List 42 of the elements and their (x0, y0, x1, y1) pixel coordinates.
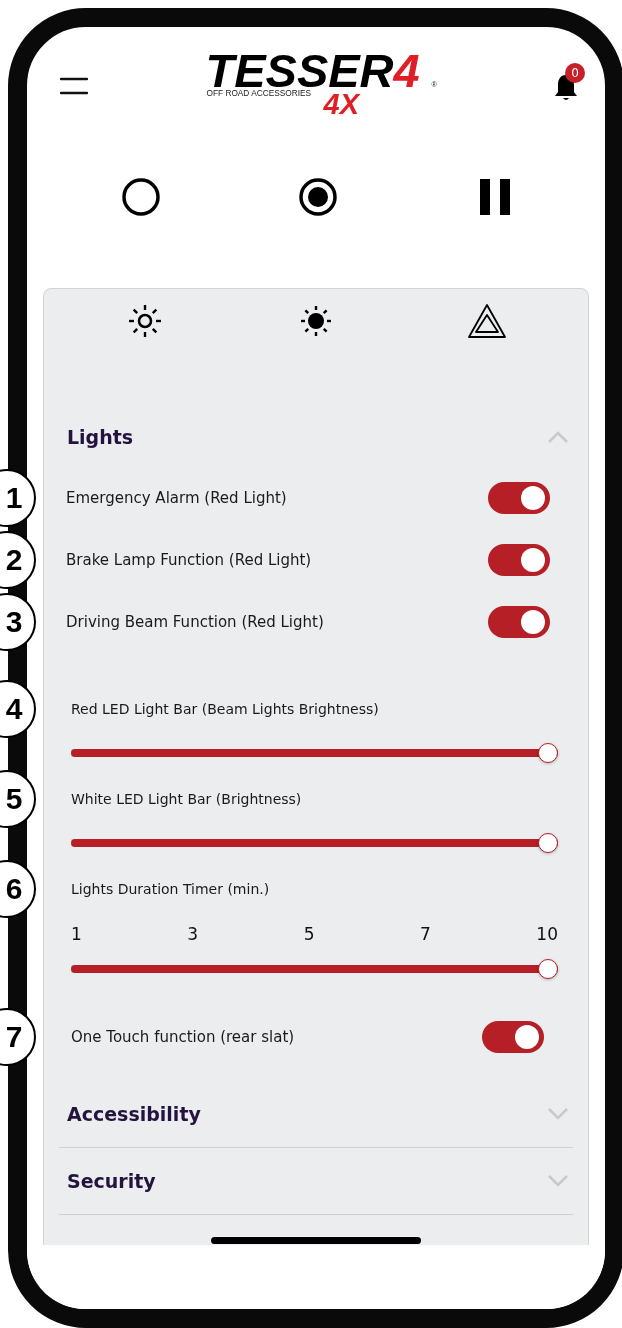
callout-number: 6 (0, 860, 36, 918)
ring-icon[interactable] (121, 177, 162, 217)
callout-number: 5 (0, 770, 36, 828)
slider-label: Red LED Light Bar (Beam Lights Brightness) (71, 701, 379, 717)
dot-ring-icon[interactable] (298, 177, 338, 217)
toggle-switch[interactable] (488, 482, 550, 514)
notification-count: 0 (565, 63, 585, 83)
sun-outline-icon[interactable] (126, 303, 163, 339)
chevron-down-icon (547, 1174, 569, 1188)
slider-label: White LED Light Bar (Brightness) (71, 791, 302, 807)
slider-thumb[interactable] (538, 833, 558, 853)
slider-label: Lights Duration Timer (min.) (71, 881, 270, 897)
section-header[interactable]: Security (59, 1148, 573, 1214)
tick-label: 7 (420, 924, 431, 944)
section-header[interactable]: Accessibility (59, 1081, 573, 1147)
section-header[interactable]: Lights (59, 407, 573, 467)
callout-number: 4 (0, 680, 36, 738)
slider-thumb[interactable] (538, 743, 558, 763)
menu-icon[interactable] (60, 76, 88, 96)
chevron-up-icon (547, 430, 569, 444)
logo-tagline: OFF ROAD ACCESSORIES (206, 89, 312, 98)
setting-label: Brake Lamp Function (Red Light) (66, 551, 312, 569)
slider-thumb[interactable] (538, 959, 558, 979)
setting-label: Driving Beam Function (Red Light) (66, 613, 324, 631)
callout-number: 3 (0, 593, 36, 651)
callout-number: 7 (0, 1008, 36, 1066)
chevron-down-icon (547, 1107, 569, 1121)
setting-label: Emergency Alarm (Red Light) (66, 489, 287, 507)
sun-icon[interactable] (300, 305, 332, 337)
pause-icon[interactable] (477, 178, 512, 216)
callout-number: 1 (0, 469, 36, 527)
callout-number: 2 (0, 531, 36, 589)
toggle-switch[interactable] (488, 606, 550, 638)
setting-label: One Touch function (rear slat) (71, 1028, 295, 1046)
tick-label: 3 (187, 924, 199, 944)
toggle-switch[interactable] (482, 1021, 544, 1053)
tick-label: 1 (71, 924, 82, 944)
tick-label: 10 (536, 924, 558, 944)
logo-suffix-text: 4X (323, 92, 359, 116)
toggle-switch[interactable] (488, 544, 550, 576)
tick-label: 5 (303, 924, 315, 944)
hazard-triangle-icon[interactable] (467, 303, 508, 339)
